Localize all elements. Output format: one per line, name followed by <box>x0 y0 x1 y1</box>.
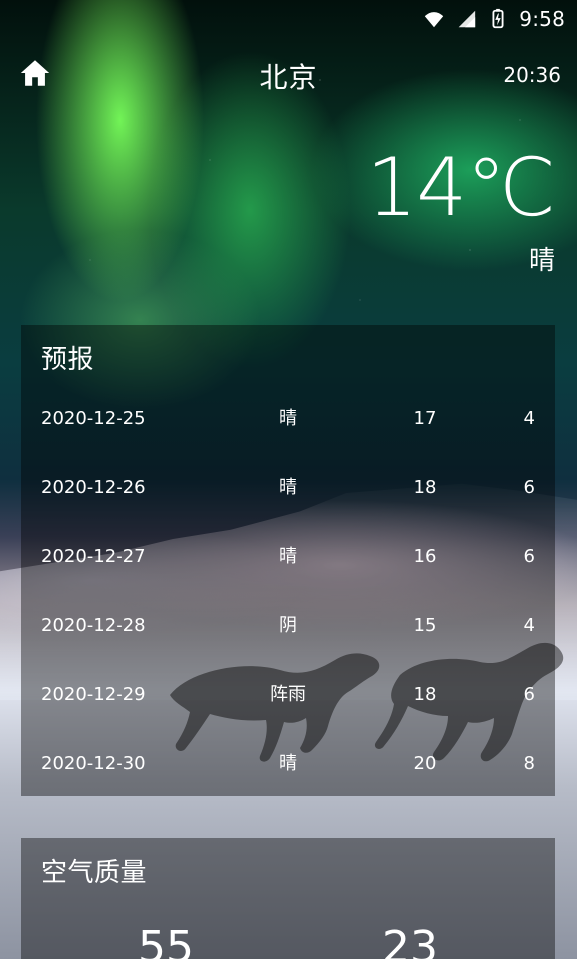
forecast-list: 2020-12-25 晴 17 4 2020-12-26 晴 18 6 2020… <box>21 397 555 811</box>
pm25-value-text: 23 <box>382 922 438 959</box>
forecast-desc-text: 阴 <box>279 615 297 636</box>
forecast-date: 2020-12-28 <box>41 615 146 636</box>
forecast-min: 8 <box>523 753 535 774</box>
forecast-max-text: 15 <box>413 615 437 636</box>
forecast-desc-text: 阵雨 <box>270 684 306 705</box>
top-bar: 北京 20:36 <box>0 44 577 106</box>
city-title: 北京 <box>259 61 318 94</box>
forecast-row: 2020-12-29 阵雨 18 6 <box>21 673 555 742</box>
forecast-desc-text: 晴 <box>279 753 297 774</box>
forecast-desc-text: 晴 <box>279 546 297 567</box>
forecast-row: 2020-12-27 晴 16 6 <box>21 535 555 604</box>
forecast-max-text: 18 <box>413 684 437 705</box>
forecast-date: 2020-12-30 <box>41 753 146 774</box>
forecast-row: 2020-12-26 晴 18 6 <box>21 466 555 535</box>
forecast-row: 2020-12-30 晴 20 8 <box>21 742 555 811</box>
forecast-date: 2020-12-27 <box>41 546 146 567</box>
forecast-max-text: 16 <box>413 546 437 567</box>
status-time: 9:58 <box>519 7 565 31</box>
weather-screen: 9:58 北京 20:36 14℃ 晴 预报 2020-12-25 晴 17 4… <box>0 0 577 959</box>
forecast-max-text: 18 <box>413 477 437 498</box>
forecast-card: 预报 2020-12-25 晴 17 4 2020-12-26 晴 18 6 2… <box>21 325 555 796</box>
forecast-title: 预报 <box>41 345 95 375</box>
forecast-min: 4 <box>523 615 535 636</box>
status-right: 9:58 <box>423 6 565 32</box>
update-time: 20:36 <box>503 63 561 87</box>
current-temperature: 14℃ <box>366 141 556 234</box>
forecast-date: 2020-12-25 <box>41 408 146 429</box>
air-quality-card: 空气质量 55 23 <box>21 838 555 959</box>
aqi-value-text: 55 <box>138 922 194 959</box>
forecast-min: 6 <box>523 546 535 567</box>
forecast-max-text: 20 <box>413 753 437 774</box>
air-quality-title: 空气质量 <box>41 858 148 888</box>
forecast-date: 2020-12-26 <box>41 477 146 498</box>
forecast-date: 2020-12-29 <box>41 684 146 705</box>
forecast-min: 6 <box>523 477 535 498</box>
current-weather-description: 晴 <box>528 246 555 276</box>
forecast-desc-text: 晴 <box>279 477 297 498</box>
forecast-max-text: 17 <box>413 408 437 429</box>
forecast-row: 2020-12-28 阴 15 4 <box>21 604 555 673</box>
battery-charging-icon <box>487 8 509 30</box>
status-bar: 9:58 <box>0 0 577 40</box>
air-quality-values: 55 23 <box>21 926 555 959</box>
wifi-icon <box>423 8 445 30</box>
forecast-row: 2020-12-25 晴 17 4 <box>21 397 555 466</box>
forecast-min: 4 <box>523 408 535 429</box>
forecast-min: 6 <box>523 684 535 705</box>
signal-icon <box>455 8 477 30</box>
forecast-desc-text: 晴 <box>279 408 297 429</box>
